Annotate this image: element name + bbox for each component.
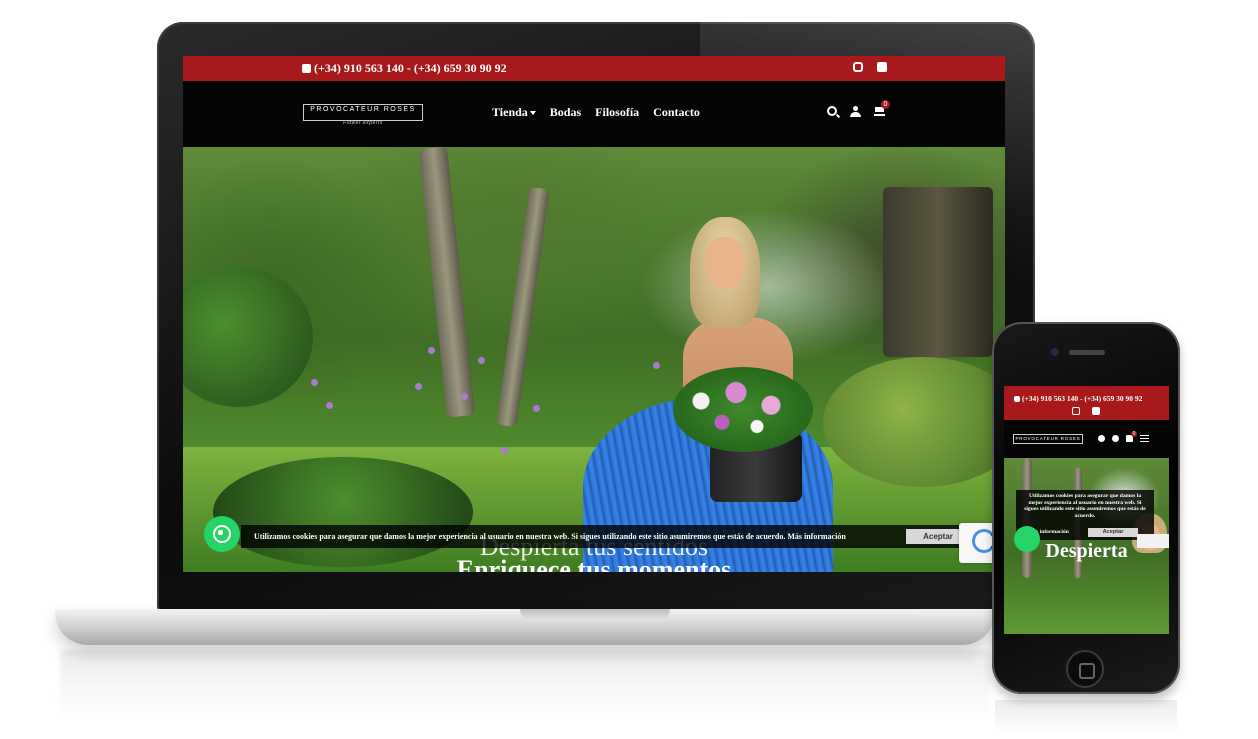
site-logo[interactable]: PROVOCATEUR ROSES Flower experts <box>303 104 423 126</box>
tree-trunk <box>883 187 993 357</box>
cart-icon[interactable]: 0 <box>1126 431 1137 442</box>
nav-item-label: Tienda <box>492 105 528 119</box>
flower <box>461 393 468 400</box>
facebook-icon[interactable] <box>1092 407 1100 415</box>
cart-count-badge: 0 <box>1131 431 1137 437</box>
contact-phones[interactable]: (+34) 910 563 140 - (+34) 659 30 90 92 <box>302 61 507 76</box>
user-icon[interactable] <box>850 106 861 117</box>
flower <box>533 405 540 412</box>
nav-item-bodas[interactable]: Bodas <box>550 105 581 120</box>
header-actions: 0 <box>827 100 890 117</box>
woman-face <box>705 237 745 289</box>
mobile-cookie-accept-button[interactable]: Aceptar <box>1088 528 1138 537</box>
phone-home-button <box>1066 650 1104 688</box>
facebook-icon[interactable] <box>877 62 887 72</box>
laptop-reflection <box>60 650 990 720</box>
mobile-social-links <box>1072 407 1100 415</box>
flower <box>653 362 660 369</box>
main-menu: Tienda Bodas Filosofía Contacto <box>492 105 700 120</box>
mobile-site-logo[interactable]: PROVOCATEUR ROSES <box>1013 434 1083 444</box>
nav-item-contacto[interactable]: Contacto <box>653 105 700 120</box>
cart-icon[interactable]: 0 <box>874 100 890 116</box>
cookie-more-link[interactable]: Más información <box>787 532 845 541</box>
flower <box>311 379 318 386</box>
shrub <box>183 267 313 407</box>
instagram-icon[interactable] <box>1072 407 1080 415</box>
flower <box>501 447 508 454</box>
bouquet <box>673 367 813 452</box>
mobile-contact-phones[interactable]: (+34) 910 563 140 - (+34) 659 30 90 92 <box>1014 394 1142 403</box>
phone-numbers[interactable]: (+34) 910 563 140 - (+34) 659 30 90 92 <box>314 61 507 76</box>
mobile-hero-headline: Despierta <box>1045 540 1128 562</box>
search-icon[interactable] <box>1098 435 1105 442</box>
nav-item-tienda[interactable]: Tienda <box>492 105 536 120</box>
mobile-phone-numbers[interactable]: (+34) 910 563 140 - (+34) 659 30 90 92 <box>1022 394 1142 403</box>
mobile-header-actions: 0 <box>1098 431 1149 442</box>
chevron-down-icon <box>529 111 536 116</box>
whatsapp-icon <box>302 64 311 73</box>
mobile-screen: (+34) 910 563 140 - (+34) 659 30 90 92 P… <box>1004 386 1169 634</box>
social-links <box>853 62 887 72</box>
whatsapp-float-button[interactable] <box>204 516 240 552</box>
mobile-navigation: PROVOCATEUR ROSES 0 <box>1004 420 1169 458</box>
whatsapp-icon <box>1014 395 1020 402</box>
cookie-text: Utilizamos cookies para asegurar que dam… <box>254 532 786 541</box>
logo-tagline: Flower experts <box>343 120 383 126</box>
search-icon[interactable] <box>827 106 837 116</box>
mobile-cookie-message: Utilizamos cookies para asegurar que dam… <box>1024 493 1146 519</box>
tree-trunk <box>418 146 476 418</box>
cart-count-badge: 0 <box>881 100 890 109</box>
mobile-top-contact-bar: (+34) 910 563 140 - (+34) 659 30 90 92 <box>1004 386 1169 420</box>
cookie-message: Utilizamos cookies para asegurar que dam… <box>254 532 846 541</box>
phone-camera <box>1051 348 1059 356</box>
cookie-banner: Utilizamos cookies para asegurar que dam… <box>241 525 986 548</box>
logo-name: PROVOCATEUR ROSES <box>310 106 416 113</box>
phone-reflection <box>995 700 1177 735</box>
nav-item-filosofia[interactable]: Filosofía <box>595 105 639 120</box>
hero-subheadline: Enriquece tus momentos <box>456 555 732 572</box>
hero-banner: Despierta tus sentidos Enriquece tus mom… <box>183 146 1005 572</box>
flower <box>326 402 333 409</box>
instagram-icon[interactable] <box>853 62 863 72</box>
laptop-notch <box>520 609 670 621</box>
flower <box>415 383 422 390</box>
flower <box>478 357 485 364</box>
hamburger-menu-icon[interactable] <box>1140 435 1149 442</box>
tree-trunk <box>496 186 550 428</box>
flower <box>428 347 435 354</box>
desktop-screen: (+34) 910 563 140 - (+34) 659 30 90 92 P… <box>183 56 1005 572</box>
phone-speaker <box>1069 350 1105 355</box>
top-contact-bar: (+34) 910 563 140 - (+34) 659 30 90 92 <box>183 56 1005 81</box>
main-navigation: PROVOCATEUR ROSES Flower experts Tienda … <box>183 81 1005 147</box>
user-icon[interactable] <box>1112 435 1119 442</box>
